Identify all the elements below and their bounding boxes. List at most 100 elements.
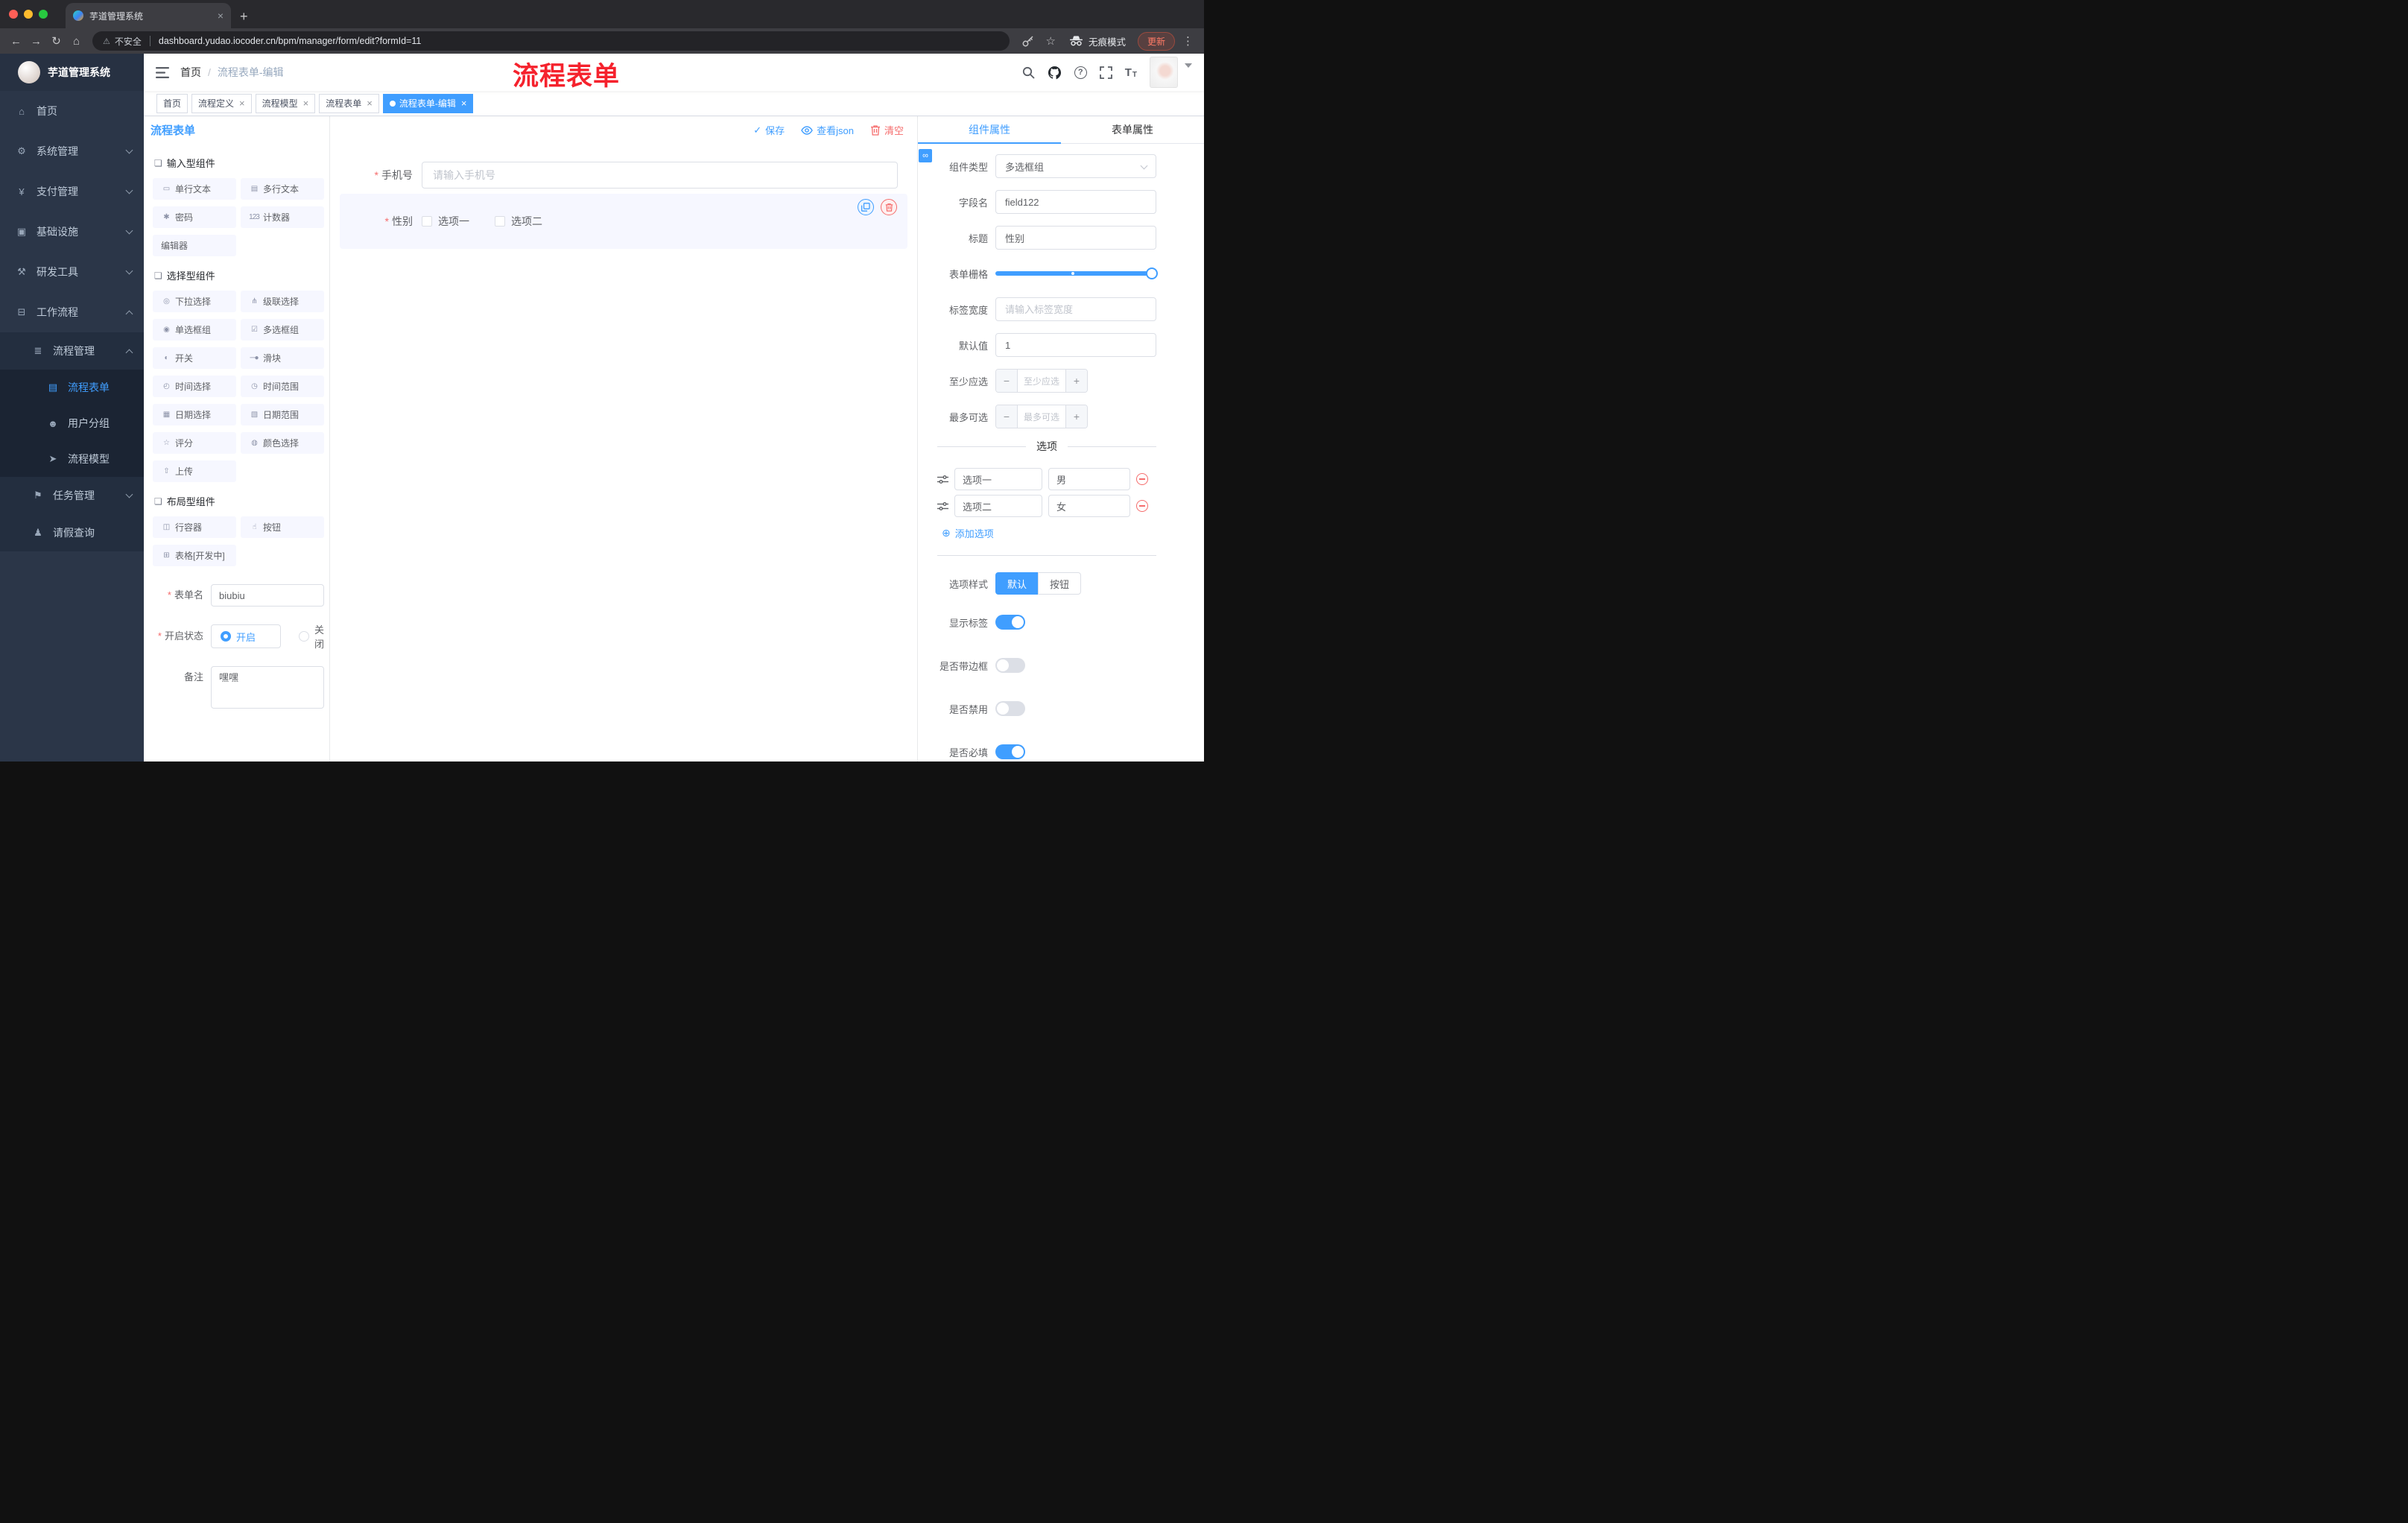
palette-item[interactable]: ◫ 行容器 (153, 516, 236, 538)
remove-option-icon[interactable] (1136, 500, 1148, 512)
drag-handle-icon[interactable] (937, 475, 948, 484)
option-value-input[interactable] (1048, 495, 1130, 517)
link-icon[interactable]: ∞ (919, 149, 932, 162)
tag-item[interactable]: 首页 (156, 93, 188, 113)
slider-handle[interactable] (1146, 267, 1158, 279)
toggle-switch[interactable] (995, 658, 1025, 673)
grid-slider[interactable] (995, 262, 1158, 285)
palette-item[interactable]: ▧ 日期范围 (241, 404, 324, 425)
sidebar-item-process-model[interactable]: ➤ 流程模型 (0, 441, 144, 477)
palette-item[interactable]: ☝ 按钮 (241, 516, 324, 538)
delete-component-button[interactable] (881, 199, 897, 215)
forward-icon[interactable]: → (26, 36, 46, 47)
toggle-switch[interactable] (995, 615, 1025, 630)
close-window-button[interactable] (9, 10, 18, 19)
phone-field-row[interactable]: 手机号 (340, 162, 898, 189)
checkbox-option[interactable]: 选项二 (495, 214, 542, 229)
title-input[interactable] (995, 226, 1156, 250)
tag-close-icon[interactable] (303, 98, 309, 108)
font-size-icon[interactable]: TT (1125, 66, 1137, 79)
phone-input[interactable] (422, 162, 898, 189)
copy-component-button[interactable] (858, 199, 874, 215)
toggle-switch[interactable] (995, 744, 1025, 759)
browser-tab[interactable]: 芋道管理系统 × (66, 3, 231, 28)
decrease-button[interactable]: − (996, 370, 1018, 392)
address-bar[interactable]: ⚠ 不安全 dashboard.yudao.iocoder.cn/bpm/man… (92, 31, 1010, 51)
palette-item[interactable]: ◴ 时间选择 (153, 376, 236, 397)
help-icon[interactable]: ? (1074, 66, 1087, 79)
sidebar-logo[interactable]: 芋道管理系统 (0, 54, 144, 91)
palette-item[interactable]: ▭ 单行文本 (153, 178, 236, 200)
drag-handle-icon[interactable] (937, 501, 948, 511)
clear-button[interactable]: 清空 (870, 123, 904, 137)
key-icon[interactable] (1021, 35, 1034, 48)
tag-close-icon[interactable] (461, 98, 467, 108)
sidebar-item-home[interactable]: ⌂ 首页 (0, 91, 144, 131)
save-button[interactable]: ✓ 保存 (753, 123, 785, 137)
tag-item[interactable]: 流程定义 (191, 93, 252, 113)
palette-item[interactable]: ⇧ 上传 (153, 460, 236, 482)
remove-option-icon[interactable] (1136, 473, 1148, 485)
option-value-input[interactable] (1048, 468, 1130, 490)
option-name-input[interactable] (954, 495, 1042, 517)
sidebar-item-task-management[interactable]: ⚑ 任务管理 (0, 477, 144, 514)
sidebar-item-system-management[interactable]: ⚙ 系统管理 (0, 131, 144, 171)
bookmark-star-icon[interactable]: ☆ (1046, 34, 1056, 48)
sidebar-item-process-management[interactable]: ≣ 流程管理 (0, 332, 144, 370)
new-tab-button[interactable]: + (240, 10, 248, 23)
browser-menu-icon[interactable]: ⋮ (1182, 34, 1194, 48)
style-button-button[interactable]: 按钮 (1038, 572, 1082, 595)
url-text[interactable]: dashboard.yudao.iocoder.cn/bpm/manager/f… (159, 36, 421, 46)
checkbox-option[interactable]: 选项一 (422, 214, 469, 229)
palette-item[interactable]: ◐ 开关 (153, 347, 236, 369)
add-option-button[interactable]: ⊕ 添加选项 (942, 526, 1156, 540)
tag-item[interactable]: 流程模型 (255, 93, 316, 113)
max-select-value[interactable]: 最多可选 (1018, 405, 1065, 428)
back-icon[interactable]: ← (6, 36, 26, 47)
palette-item[interactable]: ─● 滑块 (241, 347, 324, 369)
palette-item[interactable]: ⊞ 表格[开发中] (153, 545, 236, 566)
update-button[interactable]: 更新 (1137, 31, 1175, 51)
sidebar-item-devtools[interactable]: ⚒ 研发工具 (0, 252, 144, 292)
option-name-input[interactable] (954, 468, 1042, 490)
palette-item[interactable]: ◍ 颜色选择 (241, 432, 324, 454)
minimize-window-button[interactable] (24, 10, 33, 19)
status-off-radio[interactable]: 关闭 (298, 622, 324, 650)
toggle-switch[interactable] (995, 701, 1025, 716)
avatar-caret-icon[interactable] (1185, 63, 1192, 68)
palette-item[interactable]: ⋔ 级联选择 (241, 291, 324, 312)
tag-item[interactable]: 流程表单 (319, 93, 379, 113)
palette-item[interactable]: 123 计数器 (241, 206, 324, 228)
reload-icon[interactable]: ↻ (46, 36, 66, 47)
palette-item[interactable]: ☑ 多选框组 (241, 319, 324, 341)
palette-item[interactable]: ◎ 下拉选择 (153, 291, 236, 312)
palette-item[interactable]: ▦ 日期选择 (153, 404, 236, 425)
component-type-select[interactable]: 多选框组 (995, 154, 1156, 178)
form-name-input[interactable] (211, 584, 324, 607)
security-label[interactable]: 不安全 (115, 35, 142, 48)
tab-close-icon[interactable]: × (218, 10, 224, 21)
palette-item[interactable]: ☆ 评分 (153, 432, 236, 454)
tab-form-props[interactable]: 表单属性 (1061, 116, 1204, 143)
sidebar-item-process-form[interactable]: ▤ 流程表单 (0, 370, 144, 405)
browser-home-icon[interactable]: ⌂ (66, 36, 86, 47)
style-default-button[interactable]: 默认 (995, 572, 1039, 595)
tag-item[interactable]: 流程表单-编辑 (382, 93, 474, 113)
maximize-window-button[interactable] (39, 10, 48, 19)
sidebar-item-workflow[interactable]: ⊟ 工作流程 (0, 292, 144, 332)
avatar[interactable] (1150, 57, 1178, 88)
field-name-input[interactable] (995, 190, 1156, 214)
selected-component[interactable]: 性别 选项一 (340, 194, 907, 249)
palette-item[interactable]: 编辑器 (153, 235, 236, 256)
tab-component-props[interactable]: 组件属性 (918, 116, 1061, 144)
sidebar-item-payment-management[interactable]: ¥ 支付管理 (0, 171, 144, 212)
sidebar-item-infrastructure[interactable]: ▣ 基础设施 (0, 212, 144, 252)
increase-button[interactable]: + (1065, 405, 1087, 428)
default-value-input[interactable] (995, 333, 1156, 357)
palette-item[interactable]: ◉ 单选框组 (153, 319, 236, 341)
tag-close-icon[interactable] (239, 98, 245, 108)
palette-item[interactable]: ◷ 时间范围 (241, 376, 324, 397)
decrease-button[interactable]: − (996, 405, 1018, 428)
fullscreen-icon[interactable] (1099, 66, 1112, 79)
hamburger-icon[interactable] (156, 66, 169, 78)
